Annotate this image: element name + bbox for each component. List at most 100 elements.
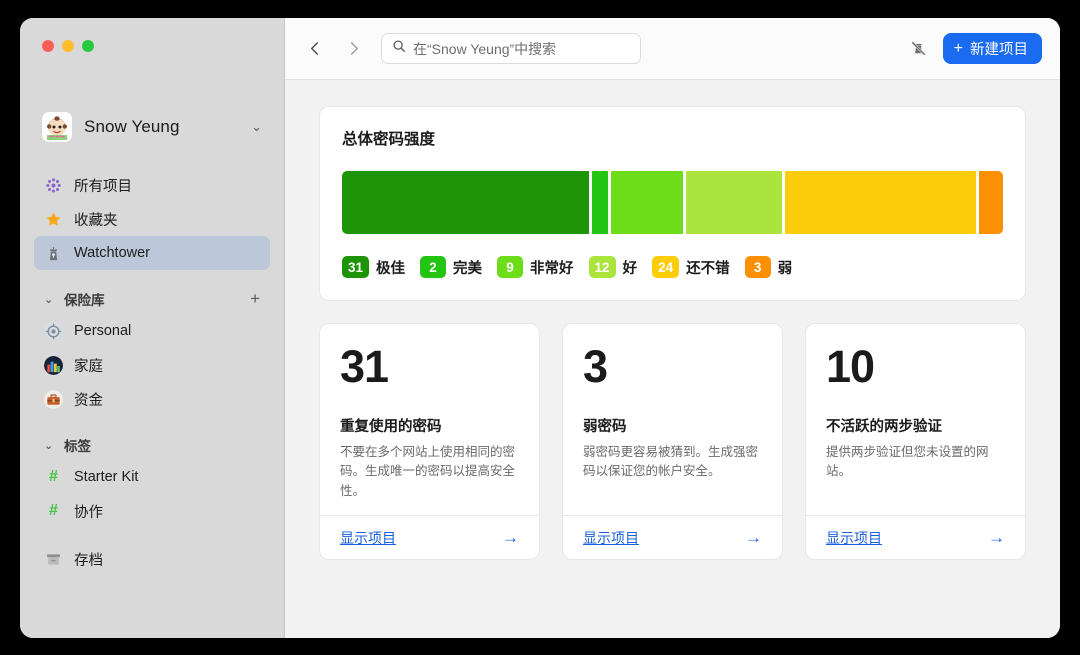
strength-segment — [686, 171, 782, 234]
stat-cards: 31重复使用的密码不要在多个网站上使用相同的密码。生成唯一的密码以提高安全性。显… — [319, 323, 1026, 560]
account-name: Snow Yeung — [84, 117, 239, 137]
legend-entry: 2完美 — [420, 256, 482, 278]
legend-count-badge: 3 — [745, 256, 771, 278]
sidebar-item-vault-funds[interactable]: 资金 — [34, 382, 270, 416]
sidebar-item-label: 资金 — [74, 389, 103, 410]
window-controls — [42, 40, 94, 52]
legend-label: 好 — [623, 257, 638, 278]
legend-label: 非常好 — [530, 257, 574, 278]
stat-number: 10 — [826, 344, 1005, 389]
sidebar-item-archive[interactable]: 存档 — [34, 542, 270, 576]
sidebar-item-vault-family[interactable]: 家庭 — [34, 348, 270, 382]
hash-icon: # — [44, 468, 63, 487]
stat-card[interactable]: 31 重复使用的密码不要在多个网站上使用相同的密码。生成唯一的密码以提高安全性。显… — [319, 323, 540, 560]
search-placeholder: 在“Snow Yeung”中搜索 — [413, 39, 556, 59]
chevron-down-icon: ⌄ — [251, 119, 262, 135]
sidebar-item-label: Personal — [74, 323, 131, 339]
back-button[interactable] — [301, 35, 329, 63]
stat-card-body: 31 重复使用的密码不要在多个网站上使用相同的密码。生成唯一的密码以提高安全性。 — [320, 324, 539, 515]
legend-label: 还不错 — [686, 257, 730, 278]
main-area: 在“Snow Yeung”中搜索 + 新建项目 — [285, 18, 1060, 638]
legend-count-badge: 31 — [342, 256, 369, 278]
stat-card-footer[interactable]: 显示项目 → — [563, 515, 782, 559]
vault-funds-icon — [44, 390, 63, 409]
legend-label: 弱 — [778, 257, 793, 278]
chevron-down-icon: ⌄ — [44, 439, 56, 452]
arrow-right-icon[interactable]: → — [502, 528, 519, 548]
legend-entry: 9 非常好 — [497, 256, 574, 278]
new-item-button[interactable]: + 新建项目 — [943, 33, 1042, 64]
stat-card-footer[interactable]: 显示项目 → — [320, 515, 539, 559]
sidebar-item-label: 存档 — [74, 549, 103, 570]
sidebar-item-tag-starter-kit[interactable]: # Starter Kit — [34, 460, 270, 494]
stat-heading: 弱密码 — [583, 415, 762, 436]
search-icon — [392, 39, 406, 58]
sidebar: Snow Yeung ⌄ 所有项目 — [20, 18, 285, 638]
legend-entry: 31 极佳 — [342, 256, 405, 278]
add-vault-button[interactable]: + — [250, 289, 260, 309]
stat-card-footer[interactable]: 显示项目 → — [806, 515, 1025, 559]
legend-label: 极佳 — [376, 257, 405, 278]
strength-legend: 31 极佳 2完美 9 非常好 12 好 24还不错 3弱 — [342, 256, 1003, 278]
toolbar: 在“Snow Yeung”中搜索 + 新建项目 — [285, 18, 1060, 80]
vaults-section-label: 保险库 — [64, 289, 242, 309]
card-title: 总体密码强度 — [342, 127, 1003, 149]
sidebar-item-label: 家庭 — [74, 355, 103, 376]
minimize-button[interactable] — [62, 40, 74, 52]
vaults-section-header[interactable]: ⌄ 保险库 + — [34, 284, 270, 314]
password-strength-card: 总体密码强度 31 极佳 2完美 9 非常好 12 好 24还不错 3弱 — [319, 106, 1026, 301]
vault-family-icon — [44, 356, 63, 375]
zoom-button[interactable] — [82, 40, 94, 52]
strength-segment — [979, 171, 1003, 234]
stat-card[interactable]: 3 弱密码弱密码更容易被猜到。生成强密码以保证您的帐户安全。显示项目 → — [562, 323, 783, 560]
nav-spacer — [34, 528, 270, 542]
stat-number: 3 — [583, 344, 762, 389]
avatar — [42, 112, 72, 142]
watchtower-icon — [44, 244, 63, 263]
sidebar-item-label: 收藏夹 — [74, 209, 118, 230]
legend-entry: 3弱 — [745, 256, 793, 278]
hash-icon: # — [44, 502, 63, 521]
legend-entry: 24还不错 — [652, 256, 730, 278]
sidebar-nav: 所有项目 收藏夹 — [34, 168, 270, 576]
nav-spacer — [34, 416, 270, 430]
strength-segment — [592, 171, 608, 234]
legend-count-badge: 2 — [420, 256, 446, 278]
watchtower-slash-icon[interactable] — [905, 35, 933, 63]
show-items-link[interactable]: 显示项目 — [340, 528, 396, 548]
archive-icon — [44, 550, 63, 569]
chevron-down-icon: ⌄ — [44, 293, 56, 306]
stat-heading: 重复使用的密码 — [340, 415, 519, 436]
legend-count-badge: 12 — [589, 256, 616, 278]
stat-description: 提供两步验证但您未设置的网站。 — [826, 443, 1005, 482]
arrow-right-icon[interactable]: → — [988, 528, 1005, 548]
stat-description: 弱密码更容易被猜到。生成强密码以保证您的帐户安全。 — [583, 443, 762, 482]
stat-description: 不要在多个网站上使用相同的密码。生成唯一的密码以提高安全性。 — [340, 443, 519, 501]
search-input[interactable]: 在“Snow Yeung”中搜索 — [381, 33, 641, 64]
account-switcher[interactable]: Snow Yeung ⌄ — [34, 106, 270, 148]
tags-section-label: 标签 — [64, 435, 260, 455]
legend-count-badge: 9 — [497, 256, 523, 278]
app-window: Snow Yeung ⌄ 所有项目 — [20, 18, 1060, 638]
legend-entry: 12 好 — [589, 256, 638, 278]
close-button[interactable] — [42, 40, 54, 52]
forward-button[interactable] — [339, 35, 367, 63]
sidebar-item-vault-personal[interactable]: Personal — [34, 314, 270, 348]
new-item-label: 新建项目 — [970, 38, 1028, 59]
sidebar-item-all-items[interactable]: 所有项目 — [34, 168, 270, 202]
stat-number: 31 — [340, 344, 519, 389]
strength-segment — [342, 171, 589, 234]
stat-heading: 不活跃的两步验证 — [826, 415, 1005, 436]
show-items-link[interactable]: 显示项目 — [826, 528, 882, 548]
sidebar-item-tag-collaboration[interactable]: # 协作 — [34, 494, 270, 528]
sidebar-item-favorites[interactable]: 收藏夹 — [34, 202, 270, 236]
tags-section-header[interactable]: ⌄ 标签 — [34, 430, 270, 460]
sidebar-item-watchtower[interactable]: Watchtower — [34, 236, 270, 270]
show-items-link[interactable]: 显示项目 — [583, 528, 639, 548]
star-icon — [44, 210, 63, 229]
strength-segment — [785, 171, 976, 234]
arrow-right-icon[interactable]: → — [745, 528, 762, 548]
stat-card[interactable]: 10 不活跃的两步验证提供两步验证但您未设置的网站。显示项目 → — [805, 323, 1026, 560]
stat-card-body: 3 弱密码弱密码更容易被猜到。生成强密码以保证您的帐户安全。 — [563, 324, 782, 515]
sidebar-item-label: Starter Kit — [74, 469, 138, 485]
